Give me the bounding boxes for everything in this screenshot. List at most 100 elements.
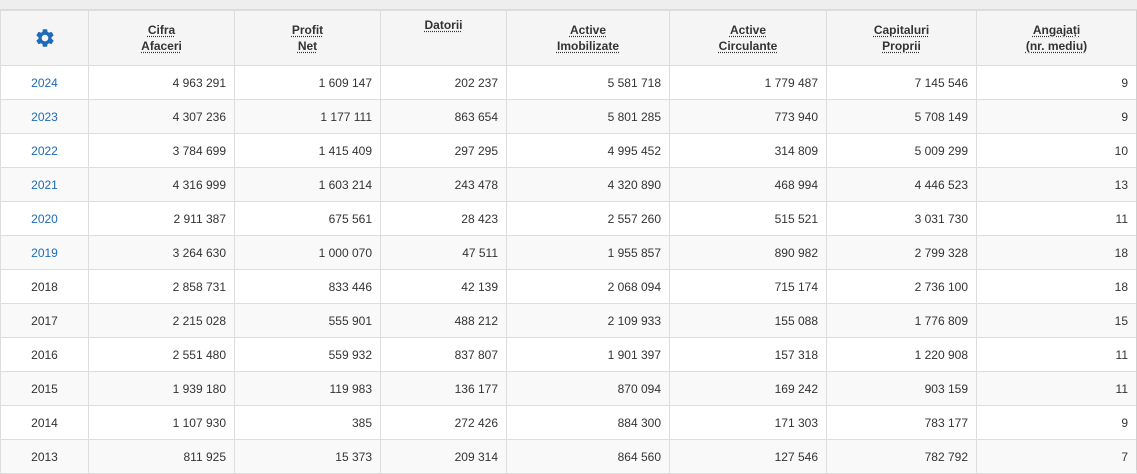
cell-cifra-afaceri: 4 963 291 [88, 65, 235, 100]
year-cell: 2015 [0, 371, 89, 406]
year-label: 2014 [31, 415, 58, 430]
year-link[interactable]: 2023 [31, 110, 58, 124]
table-row: 2022 3 784 699 1 415 409 297 295 4 995 452 31… [0, 133, 1137, 168]
top-bar [0, 0, 1137, 10]
header-line-1: Cifra [147, 23, 176, 37]
cell-active-circulante: 1 779 487 [669, 65, 827, 100]
cell-datorii: 297 295 [380, 133, 507, 168]
cell-cifra-afaceri: 811 925 [88, 439, 235, 474]
year-link[interactable]: 2021 [31, 178, 58, 192]
year-link[interactable]: 2024 [31, 76, 58, 90]
year-label: 2016 [31, 347, 58, 362]
cell-angajati: 11 [976, 201, 1137, 236]
cell-active-circulante: 773 940 [669, 99, 827, 134]
table-row: 2013 811 925 15 373 209 314 864 560 127 546 78… [0, 439, 1137, 474]
header-active-imobilizate[interactable]: Active Imobilizate [506, 10, 670, 66]
cell-active-circulante: 171 303 [669, 405, 827, 440]
cell-active-circulante: 157 318 [669, 337, 827, 372]
cell-datorii: 47 511 [380, 235, 507, 270]
header-line-1: Datorii [424, 18, 463, 32]
cell-angajati: 11 [976, 337, 1137, 372]
cell-active-circulante: 715 174 [669, 269, 827, 304]
header-line-2: Circulante [718, 39, 778, 53]
year-link[interactable]: 2022 [31, 144, 58, 158]
year-cell: 2014 [0, 405, 89, 440]
cell-active-imobilizate: 4 995 452 [506, 133, 670, 168]
header-capitaluri-proprii[interactable]: Capitaluri Proprii [826, 10, 977, 66]
table-row: 2024 4 963 291 1 609 147 202 237 5 581 718 1 … [0, 65, 1137, 100]
cell-profit-net: 385 [234, 405, 381, 440]
cell-profit-net: 1 609 147 [234, 65, 381, 100]
cell-capitaluri-proprii: 5 009 299 [826, 133, 977, 168]
header-active-circulante[interactable]: Active Circulante [669, 10, 827, 66]
cell-cifra-afaceri: 4 307 236 [88, 99, 235, 134]
table-row: 2016 2 551 480 559 932 837 807 1 901 397 157 … [0, 337, 1137, 372]
cell-angajati: 11 [976, 371, 1137, 406]
year-cell: 2024 [0, 65, 89, 100]
cell-angajati: 7 [976, 439, 1137, 474]
cell-profit-net: 555 901 [234, 303, 381, 338]
cell-profit-net: 559 932 [234, 337, 381, 372]
cell-cifra-afaceri: 2 551 480 [88, 337, 235, 372]
cell-active-imobilizate: 5 581 718 [506, 65, 670, 100]
cell-active-imobilizate: 5 801 285 [506, 99, 670, 134]
year-label: 2018 [31, 279, 58, 294]
table-row: 2014 1 107 930 385 272 426 884 300 171 303 783… [0, 405, 1137, 440]
cell-active-circulante: 890 982 [669, 235, 827, 270]
cell-profit-net: 1 177 111 [234, 99, 381, 134]
header-line-1: Active [729, 23, 767, 37]
year-link[interactable]: 2019 [31, 246, 58, 260]
header-line-1: Profit [291, 23, 324, 37]
gear-icon[interactable] [34, 27, 56, 49]
header-angajati[interactable]: Angajați (nr. mediu) [976, 10, 1137, 66]
cell-angajati: 13 [976, 167, 1137, 202]
year-cell: 2016 [0, 337, 89, 372]
cell-datorii: 243 478 [380, 167, 507, 202]
cell-profit-net: 15 373 [234, 439, 381, 474]
header-line-2: (nr. mediu) [1025, 39, 1088, 53]
cell-datorii: 209 314 [380, 439, 507, 474]
cell-cifra-afaceri: 3 784 699 [88, 133, 235, 168]
cell-capitaluri-proprii: 2 799 328 [826, 235, 977, 270]
year-label: 2013 [31, 449, 58, 464]
cell-datorii: 837 807 [380, 337, 507, 372]
cell-capitaluri-proprii: 2 736 100 [826, 269, 977, 304]
year-label: 2017 [31, 313, 58, 328]
cell-active-circulante: 127 546 [669, 439, 827, 474]
cell-cifra-afaceri: 4 316 999 [88, 167, 235, 202]
cell-capitaluri-proprii: 4 446 523 [826, 167, 977, 202]
cell-datorii: 42 139 [380, 269, 507, 304]
year-cell: 2022 [0, 133, 89, 168]
cell-capitaluri-proprii: 783 177 [826, 405, 977, 440]
table-row: 2019 3 264 630 1 000 070 47 511 1 955 857 890… [0, 235, 1137, 270]
year-cell: 2018 [0, 269, 89, 304]
cell-profit-net: 1 603 214 [234, 167, 381, 202]
cell-cifra-afaceri: 2 215 028 [88, 303, 235, 338]
cell-active-imobilizate: 2 109 933 [506, 303, 670, 338]
cell-datorii: 488 212 [380, 303, 507, 338]
header-profit-net[interactable]: Profit Net [234, 10, 381, 66]
cell-angajati: 15 [976, 303, 1137, 338]
cell-datorii: 202 237 [380, 65, 507, 100]
table-row: 2015 1 939 180 119 983 136 177 870 094 169 24… [0, 371, 1137, 406]
cell-active-circulante: 314 809 [669, 133, 827, 168]
cell-cifra-afaceri: 1 107 930 [88, 405, 235, 440]
header-line-1: Capitaluri [873, 23, 930, 37]
cell-active-imobilizate: 864 560 [506, 439, 670, 474]
header-line-1: Active [569, 23, 607, 37]
cell-cifra-afaceri: 2 858 731 [88, 269, 235, 304]
cell-angajati: 18 [976, 235, 1137, 270]
settings-header-cell [0, 10, 89, 66]
cell-active-imobilizate: 4 320 890 [506, 167, 670, 202]
header-cifra-afaceri[interactable]: Cifra Afaceri [88, 10, 235, 66]
year-link[interactable]: 2020 [31, 212, 58, 226]
cell-angajati: 9 [976, 405, 1137, 440]
cell-active-circulante: 155 088 [669, 303, 827, 338]
cell-angajati: 9 [976, 99, 1137, 134]
table-row: 2021 4 316 999 1 603 214 243 478 4 320 890 46… [0, 167, 1137, 202]
year-cell: 2023 [0, 99, 89, 134]
cell-active-imobilizate: 884 300 [506, 405, 670, 440]
cell-capitaluri-proprii: 903 159 [826, 371, 977, 406]
header-datorii[interactable]: Datorii [380, 10, 507, 66]
financial-table: Cifra Afaceri Profit Net Datorii Active … [0, 10, 1137, 474]
